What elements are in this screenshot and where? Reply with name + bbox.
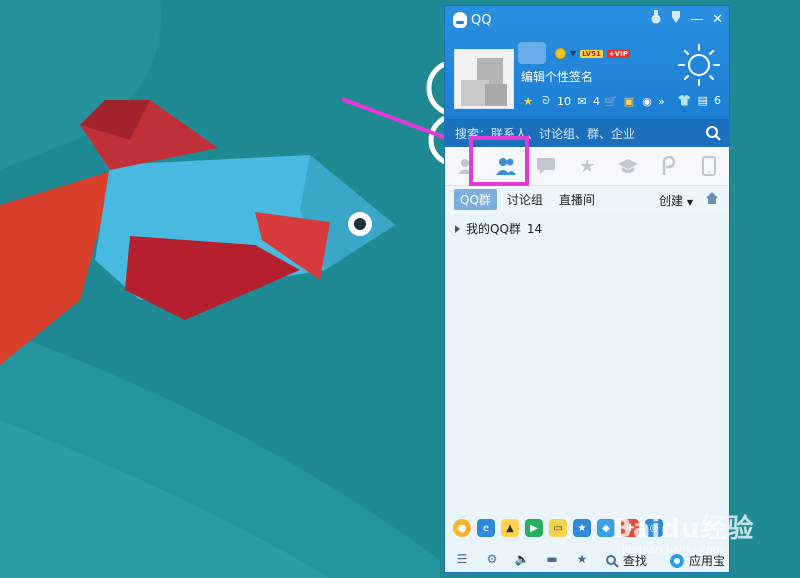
status-dropdown-icon[interactable]: ▼ (570, 49, 576, 58)
status-badges: ▼ LV51 +VIP (555, 48, 630, 59)
avatar[interactable] (454, 49, 514, 109)
group-subtabs: QQ群 讨论组 直播间 创建 ▼ (445, 186, 729, 212)
star-badge-icon[interactable]: ★ (521, 94, 535, 108)
highlight-box (469, 136, 529, 186)
video-icon[interactable]: ▶ (525, 519, 543, 537)
phone-icon (701, 156, 716, 176)
mail-icon[interactable]: ✉ (575, 94, 589, 108)
online-status-icon[interactable] (555, 48, 566, 59)
bookmark-icon[interactable]: ★ (573, 550, 591, 568)
status-right: 👕 ▤ 6 (678, 94, 721, 107)
weather-sun-icon[interactable] (677, 43, 721, 87)
quick-icons: ★ ᘐ 10 ✉ 4 🛒 ▣ ◉ » (521, 94, 665, 108)
tab-qzone[interactable] (648, 147, 689, 185)
favorite-app-icon[interactable]: ★ (573, 519, 591, 537)
chat-icon (537, 158, 556, 174)
qq-logo-icon (453, 12, 467, 28)
subtab-qqgroup[interactable]: QQ群 (454, 188, 497, 210)
qzone-tab-icon (662, 156, 676, 175)
tab-favorites[interactable]: ★ (567, 147, 608, 185)
list-item[interactable]: 我的QQ群 14 (455, 220, 542, 237)
group-label: 我的QQ群 (466, 222, 521, 236)
box-count: 6 (714, 94, 721, 107)
graduation-cap-icon (617, 159, 638, 173)
star-icon: ★ (578, 155, 596, 177)
tab-recent[interactable] (526, 147, 567, 185)
vip-badge[interactable]: +VIP (606, 49, 630, 58)
more-icons-button[interactable]: » (658, 95, 665, 108)
watermark: Baidu经验 jingyan.baidu.com (612, 514, 755, 556)
menu-icon[interactable]: ☰ (453, 550, 471, 568)
expand-arrow-icon (455, 224, 460, 233)
tab-class[interactable] (607, 147, 648, 185)
wallet-icon[interactable]: ▣ (622, 94, 636, 108)
minimize-button[interactable]: — (690, 12, 703, 27)
window-controls: — ✕ (650, 10, 723, 28)
search-icon[interactable] (705, 125, 721, 141)
box-icon[interactable]: ▤ (698, 94, 708, 107)
chevron-down-icon: ▼ (686, 198, 693, 207)
close-button[interactable]: ✕ (712, 12, 723, 27)
app-icon-1[interactable]: ● (453, 519, 471, 537)
cart-icon[interactable]: 🛒 (604, 94, 618, 108)
skin-icon[interactable] (671, 11, 681, 27)
qq-window: QQ — ✕ ▼ LV51 +VIP 编辑个性签名 ★ ᘐ 10 ✉ 4 🛒 ▣… (444, 5, 730, 573)
mail-count: 4 (593, 94, 600, 108)
speaker-icon[interactable]: 🔈 (513, 550, 531, 568)
signature-field[interactable]: 编辑个性签名 (521, 68, 593, 85)
subtab-discussion[interactable]: 讨论组 (501, 189, 549, 210)
group-list: 我的QQ群 14 (445, 213, 729, 513)
group-count: 14 (526, 221, 543, 236)
folder-icon[interactable]: ▬ (543, 550, 561, 568)
qzone-count: 10 (557, 94, 571, 108)
browser-icon[interactable]: e (477, 519, 495, 537)
note-icon[interactable]: ▭ (549, 519, 567, 537)
game-icon[interactable]: ◉ (640, 94, 654, 108)
window-title: QQ (453, 12, 491, 28)
shirt-icon[interactable]: 👕 (678, 94, 692, 107)
subtab-live[interactable]: 直播间 (553, 189, 601, 210)
create-group-button[interactable]: 创建 ▼ (659, 192, 693, 209)
qzone-icon[interactable]: ᘐ (539, 94, 553, 108)
level-badge[interactable]: LV51 (580, 49, 603, 58)
gear-icon[interactable]: ⚙ (483, 550, 501, 568)
nickname-blurred[interactable] (518, 42, 546, 64)
penguin-app-icon[interactable]: ▲ (501, 519, 519, 537)
home-icon[interactable] (705, 191, 719, 205)
tab-phone[interactable] (688, 147, 729, 185)
profile-header: QQ — ✕ ▼ LV51 +VIP 编辑个性签名 ★ ᘐ 10 ✉ 4 🛒 ▣… (445, 6, 729, 119)
medal-icon[interactable] (650, 10, 662, 28)
